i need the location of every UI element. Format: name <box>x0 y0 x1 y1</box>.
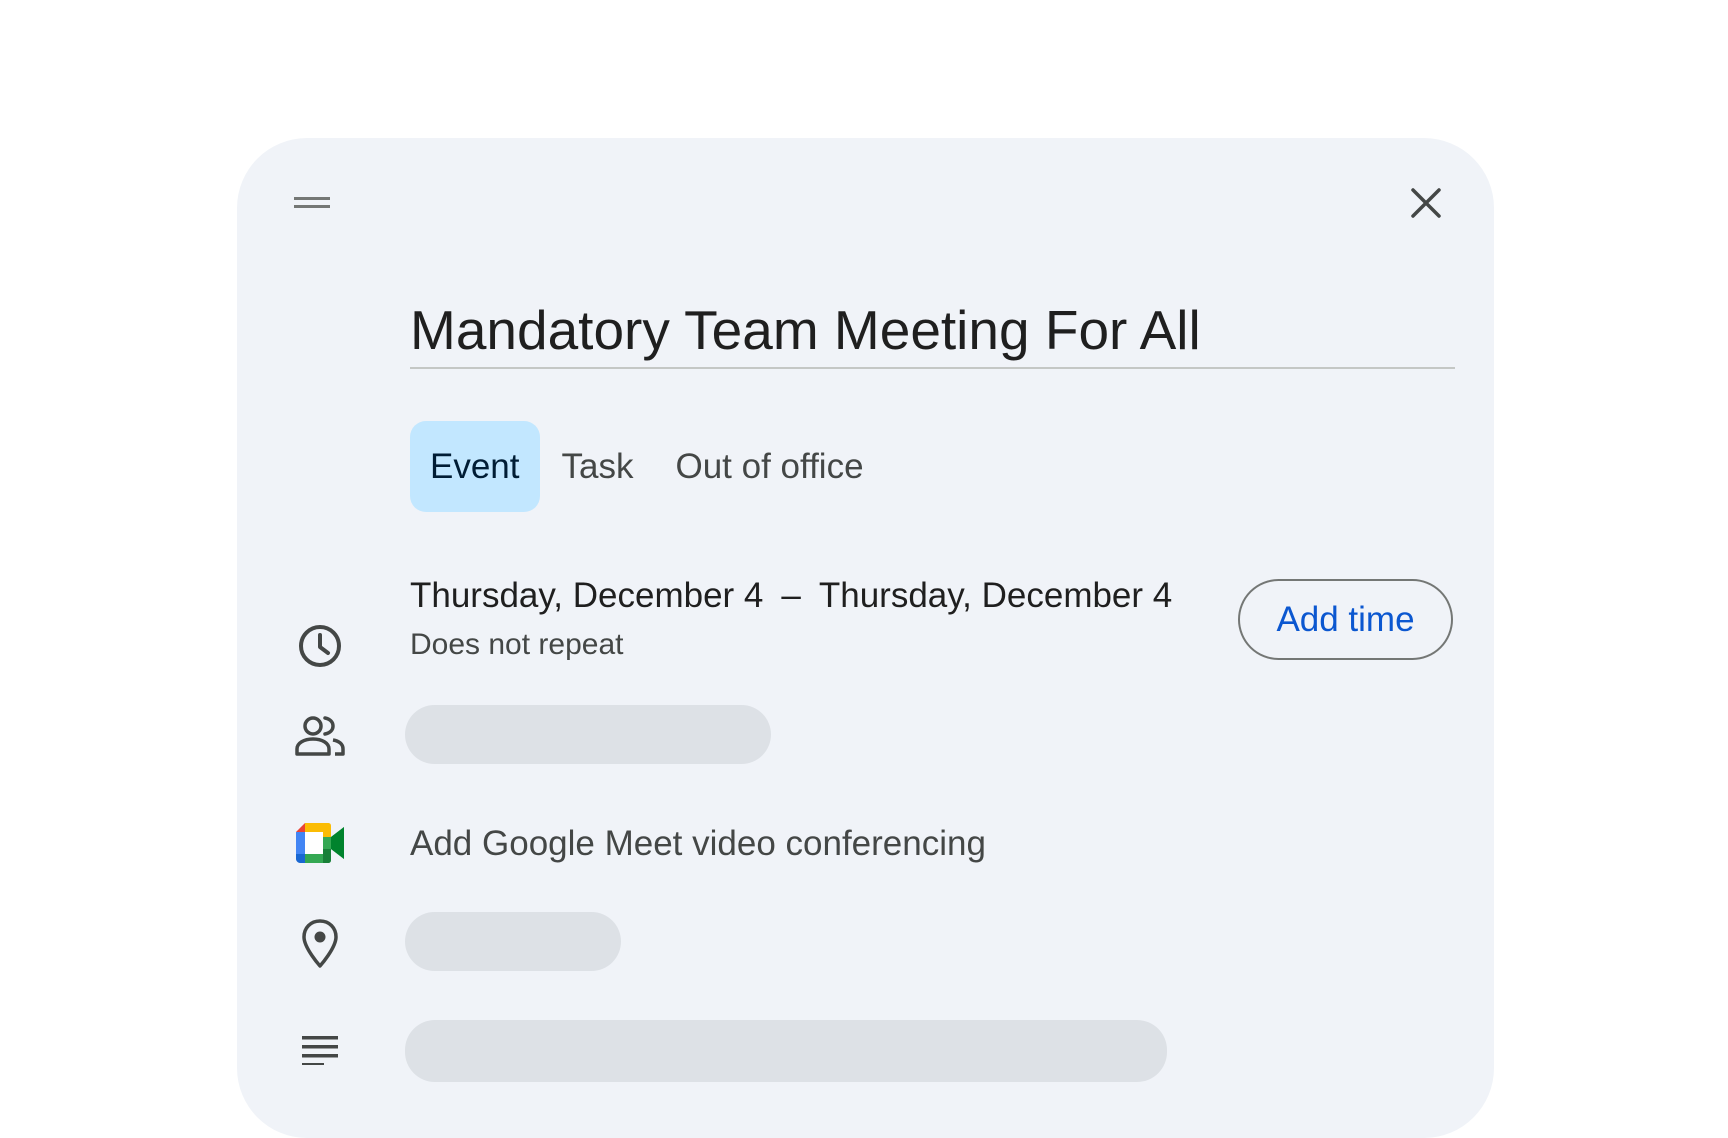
close-icon <box>1411 188 1441 218</box>
start-date[interactable]: Thursday, December 4 <box>410 576 763 615</box>
date-range: Thursday, December 4– Thursday, December … <box>410 576 1172 616</box>
guests-placeholder[interactable] <box>405 705 771 764</box>
tab-event[interactable]: Event <box>410 421 540 512</box>
date-separator: – <box>781 576 801 615</box>
drag-handle-icon[interactable] <box>292 193 332 213</box>
notes-icon <box>292 1021 348 1077</box>
tab-task[interactable]: Task <box>542 421 654 512</box>
clock-icon <box>292 618 348 674</box>
people-icon <box>292 708 348 764</box>
end-date[interactable]: Thursday, December 4 <box>819 576 1172 615</box>
description-placeholder[interactable] <box>405 1020 1167 1082</box>
repeat-setting[interactable]: Does not repeat <box>410 628 623 662</box>
event-title-input[interactable] <box>410 293 1455 369</box>
google-meet-icon <box>292 815 348 871</box>
event-dialog: Event Task Out of office Thursday, Decem… <box>237 138 1494 1138</box>
add-time-button[interactable]: Add time <box>1238 579 1453 660</box>
event-type-tabs: Event Task Out of office <box>410 421 886 512</box>
location-pin-icon <box>292 916 348 972</box>
close-button[interactable] <box>1402 179 1450 227</box>
tab-out-of-office[interactable]: Out of office <box>655 421 883 512</box>
location-placeholder[interactable] <box>405 912 621 971</box>
add-meet-button[interactable]: Add Google Meet video conferencing <box>410 824 986 864</box>
